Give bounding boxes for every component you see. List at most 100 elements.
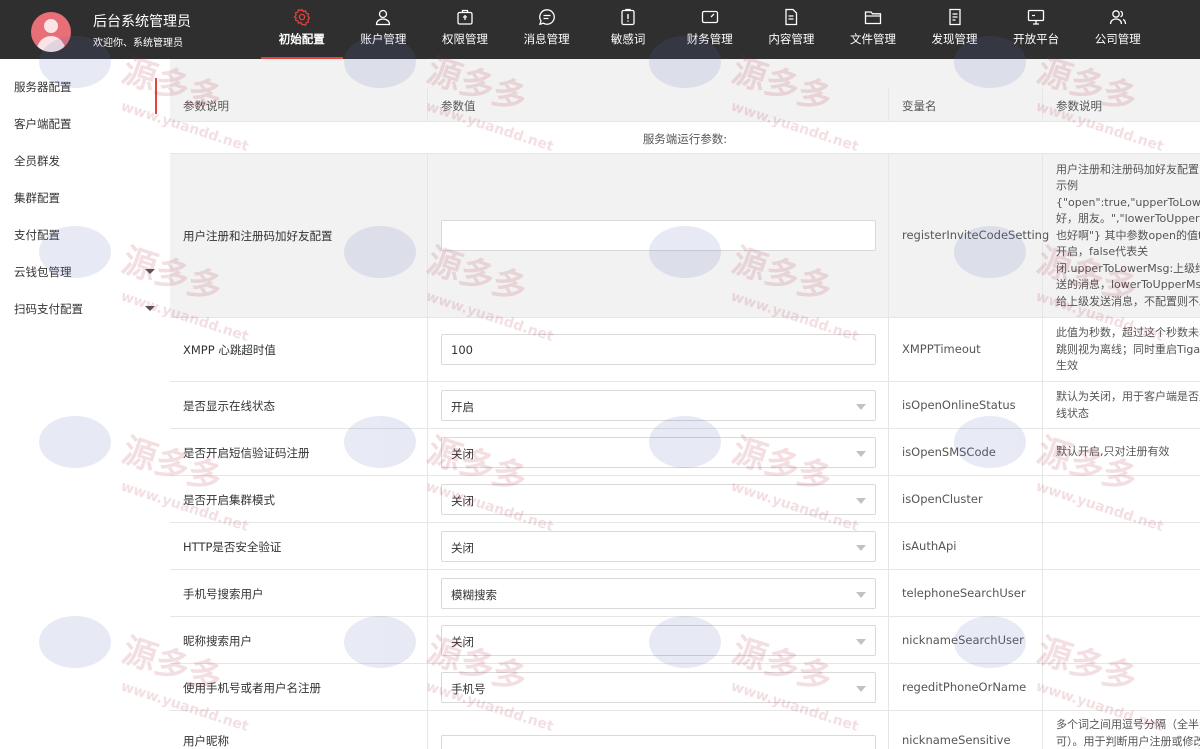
description-line: 给上级发送消息，不配置则不发 xyxy=(1056,294,1200,308)
avatar[interactable] xyxy=(31,12,71,52)
select-field[interactable]: 模糊搜索 xyxy=(441,577,876,609)
dropdown-arrow-icon xyxy=(856,638,866,645)
nav-item-finance[interactable]: 财务管理 xyxy=(669,0,751,59)
select-field[interactable]: 关闭 xyxy=(441,483,876,515)
variable-name: nicknameSearchUser xyxy=(902,632,1024,647)
nav-item-permission[interactable]: 权限管理 xyxy=(424,0,506,59)
sidebar-item-client-config[interactable]: 客户端配置 xyxy=(0,105,170,142)
param-label: HTTP是否安全验证 xyxy=(183,539,282,554)
description-line: 示例 xyxy=(1056,179,1078,193)
param-label: 是否开启短信验证码注册 xyxy=(183,445,310,460)
sidebar-item-server-config[interactable]: 服务器配置 xyxy=(0,68,170,114)
caret-down-icon[interactable] xyxy=(145,269,155,274)
main-nav: 初始配置 账户管理 权限管理 消息管理 敏感词 财务管理 内容管理 文件管理 发… xyxy=(261,0,1159,59)
sidebar-item-label: 全员群发 xyxy=(14,154,60,168)
select-field[interactable]: 关闭 xyxy=(441,530,876,562)
variable-name: XMPPTimeout xyxy=(902,342,981,356)
param-description: 此值为秒数，超过这个秒数未收到心跳则视为离线；同时重启Tigase才能生效 xyxy=(1043,325,1200,375)
main-content: 参数说明 参数值 变量名 参数说明 服务端运行参数: 用户注册和注册码加好友配置… xyxy=(170,59,1200,749)
table-row: 是否开启短信验证码注册 关闭 isOpenSMSCode 默认开启,只对注册有效 xyxy=(170,429,1200,476)
nav-label: 文件管理 xyxy=(849,32,896,46)
variable-name: regeditPhoneOrName xyxy=(902,679,1027,694)
nav-label: 财务管理 xyxy=(686,32,733,46)
select-field[interactable]: 关闭 xyxy=(441,624,876,656)
description-line: 用户注册和注册码加好友配置， xyxy=(1056,162,1200,176)
sidebar-item-cloud-wallet[interactable]: 云钱包管理 xyxy=(0,253,170,290)
text-input[interactable] xyxy=(441,735,876,749)
nav-item-content[interactable]: 内容管理 xyxy=(751,0,833,59)
dropdown-arrow-icon xyxy=(856,685,866,692)
table-row: 手机号搜索用户 模糊搜索 telephoneSearchUser xyxy=(170,570,1200,617)
param-description: 默认为关闭，用于客户端是否显示在线状态 xyxy=(1043,389,1200,422)
param-description: 默认开启,只对注册有效 xyxy=(1043,444,1200,461)
nav-item-file[interactable]: 文件管理 xyxy=(832,0,914,59)
nav-item-company[interactable]: 公司管理 xyxy=(1077,0,1159,59)
column-header: 参数说明 xyxy=(183,99,229,113)
field-value: 关闭 xyxy=(451,540,474,555)
folder-icon xyxy=(864,11,882,25)
file-icon xyxy=(948,8,961,26)
sidebar-item-qr-payment[interactable]: 扫码支付配置 xyxy=(0,290,170,327)
description-line: 生效 xyxy=(1056,359,1078,373)
card-icon xyxy=(701,10,718,24)
sidebar-item-broadcast[interactable]: 全员群发 xyxy=(0,142,170,179)
description-line: 开启，false代表关 xyxy=(1056,245,1149,259)
dropdown-arrow-icon xyxy=(856,450,866,457)
sidebar-item-label: 集群配置 xyxy=(14,191,60,205)
sidebar: 服务器配置 客户端配置 全员群发 集群配置 支付配置 云钱包管理 扫码支付配置 xyxy=(0,59,170,749)
param-label: 是否开启集群模式 xyxy=(183,492,275,507)
sidebar-item-label: 云钱包管理 xyxy=(14,265,72,279)
nav-item-sensitive[interactable]: 敏感词 xyxy=(587,0,669,59)
field-value: 模糊搜索 xyxy=(451,587,497,602)
dropdown-arrow-icon xyxy=(856,497,866,504)
nav-item-message[interactable]: 消息管理 xyxy=(506,0,588,59)
select-field[interactable]: 手机号 xyxy=(441,671,876,703)
select-field[interactable]: 开启 xyxy=(441,389,876,421)
monitor-icon xyxy=(1027,9,1045,25)
select-field[interactable]: 关闭 xyxy=(441,436,876,468)
user-icon xyxy=(376,9,391,26)
document-icon xyxy=(785,8,798,26)
app-title: 后台系统管理员 xyxy=(93,14,191,30)
dropdown-arrow-icon xyxy=(856,544,866,551)
sidebar-item-label: 客户端配置 xyxy=(14,117,72,131)
description-line: 此值为秒数，超过这个秒数未收到心 xyxy=(1056,326,1200,340)
top-bar: 后台系统管理员 欢迎你、系统管理员 初始配置 账户管理 权限管理 消息管理 敏感… xyxy=(0,0,1200,59)
nav-item-open-platform[interactable]: 开放平台 xyxy=(995,0,1077,59)
nav-item-init-config[interactable]: 初始配置 xyxy=(261,0,343,59)
nav-label: 公司管理 xyxy=(1094,32,1141,46)
field-value: 关闭 xyxy=(451,446,474,461)
text-input[interactable]: 100 xyxy=(441,334,876,365)
sidebar-item-payment-config[interactable]: 支付配置 xyxy=(0,216,170,253)
sidebar-item-label: 扫码支付配置 xyxy=(14,302,83,316)
param-description: 用户注册和注册码加好友配置， 示例 {"open":true,"upperToLow… xyxy=(1043,162,1200,311)
table-row: 是否开启集群模式 关闭 isOpenCluster xyxy=(170,476,1200,523)
description-line: 默认为关闭，用于客户端是否显示在 xyxy=(1056,390,1200,403)
field-value: 关闭 xyxy=(451,634,474,649)
description-line: 默认开启,只对注册有效 xyxy=(1056,445,1170,459)
variable-name: isOpenCluster xyxy=(902,491,983,506)
table-row: 是否显示在线状态 开启 isOpenOnlineStatus 默认为关闭，用于客户端是… xyxy=(170,382,1200,429)
sidebar-item-label: 支付配置 xyxy=(14,228,60,242)
field-value: 100 xyxy=(451,343,473,357)
welcome-text: 欢迎你、系统管理员 xyxy=(93,38,183,49)
nav-item-discover[interactable]: 发现管理 xyxy=(914,0,996,59)
field-value: 手机号 xyxy=(451,681,486,696)
nav-label: 初始配置 xyxy=(278,32,325,46)
sidebar-item-cluster-config[interactable]: 集群配置 xyxy=(0,179,170,216)
text-input[interactable] xyxy=(441,220,876,251)
nav-label: 发现管理 xyxy=(931,32,978,46)
sidebar-item-label: 服务器配置 xyxy=(14,80,72,94)
nav-item-account[interactable]: 账户管理 xyxy=(343,0,425,59)
description-line: 可）。用于判断用户注册或修改 xyxy=(1056,734,1200,748)
column-header: 变量名 xyxy=(902,99,937,113)
table-row: 昵称搜索用户 关闭 nicknameSearchUser xyxy=(170,617,1200,664)
clipboard-icon xyxy=(621,8,635,26)
table-row: HTTP是否安全验证 关闭 isAuthApi xyxy=(170,523,1200,570)
section-title: 服务端运行参数: xyxy=(642,132,728,146)
field-value: 关闭 xyxy=(451,493,474,508)
caret-down-icon[interactable] xyxy=(145,306,155,311)
param-label: 昵称搜索用户 xyxy=(183,633,252,648)
column-header: 参数说明 xyxy=(1056,99,1102,113)
table-header: 参数说明 参数值 变量名 参数说明 xyxy=(170,88,1200,122)
